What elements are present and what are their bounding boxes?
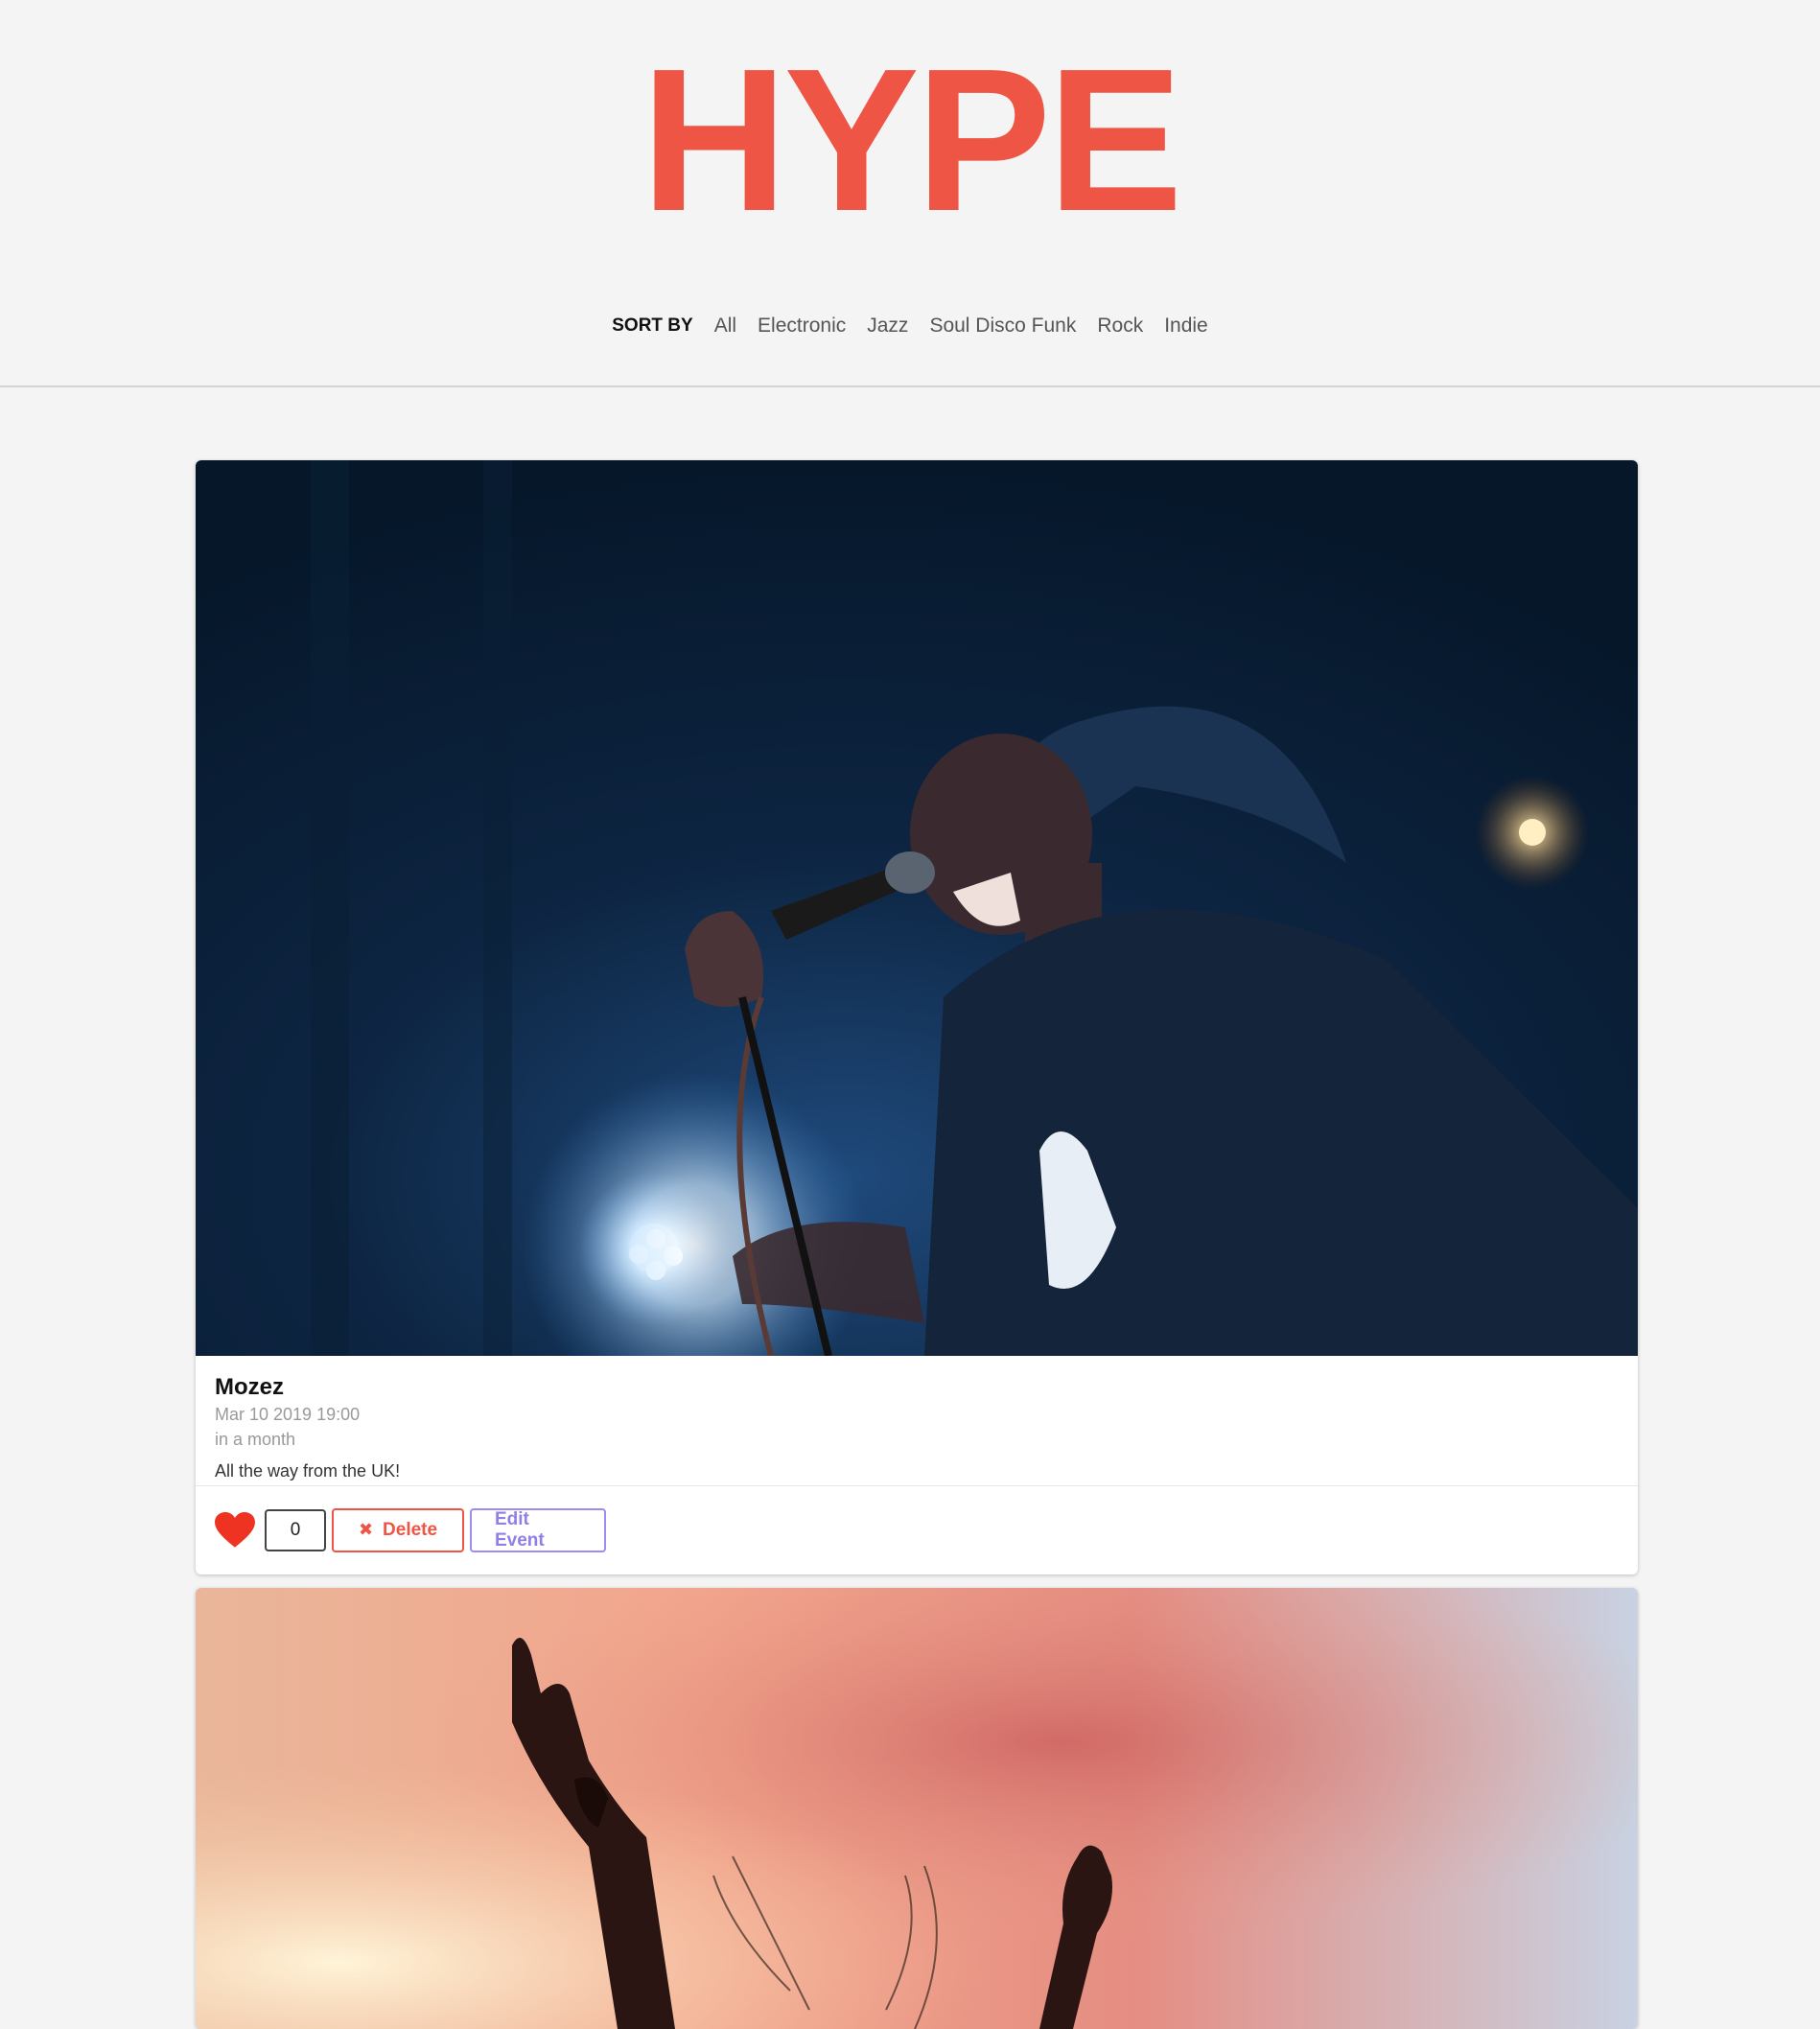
event-card [196,1588,1638,2029]
singer-photo-image [196,460,1638,1356]
event-photo [196,460,1638,1356]
event-actions: 0 ✖ Delete Edit Event [196,1485,1638,1574]
heart-icon[interactable] [215,1511,255,1549]
likes-count: 0 [265,1508,326,1551]
event-relative-time: in a month [215,1430,296,1449]
sort-by-label: SORT BY [612,315,693,336]
delete-button-label: Delete [383,1519,438,1540]
sort-option-rock[interactable]: Rock [1097,315,1143,338]
delete-button[interactable]: ✖ Delete [332,1507,464,1552]
event-date: Mar 10 2019 19:00 [215,1405,361,1424]
x-icon: ✖ [358,1520,374,1539]
sort-option-electronic[interactable]: Electronic [758,315,846,338]
event-description: All the way from the UK! [215,1461,401,1481]
header-divider [0,385,1820,387]
event-title[interactable]: Mozez [215,1373,1619,1402]
event-card: Mozez Mar 10 2019 19:00 in a month All t… [196,460,1638,1574]
edit-event-button[interactable]: Edit Event [470,1507,606,1552]
event-photo [196,1588,1638,2029]
sort-bar: SORT BY All Electronic Jazz Soul Disco F… [0,315,1820,338]
sort-option-soul-disco-funk[interactable]: Soul Disco Funk [929,315,1076,338]
event-details: Mozez Mar 10 2019 19:00 in a month All t… [196,1356,1638,1485]
festival-crowd-image [196,1588,1638,2029]
sort-option-jazz[interactable]: Jazz [867,315,908,338]
sort-option-all[interactable]: All [714,315,736,338]
sort-option-indie[interactable]: Indie [1164,315,1208,338]
site-logo[interactable]: HYPE [0,38,1820,242]
